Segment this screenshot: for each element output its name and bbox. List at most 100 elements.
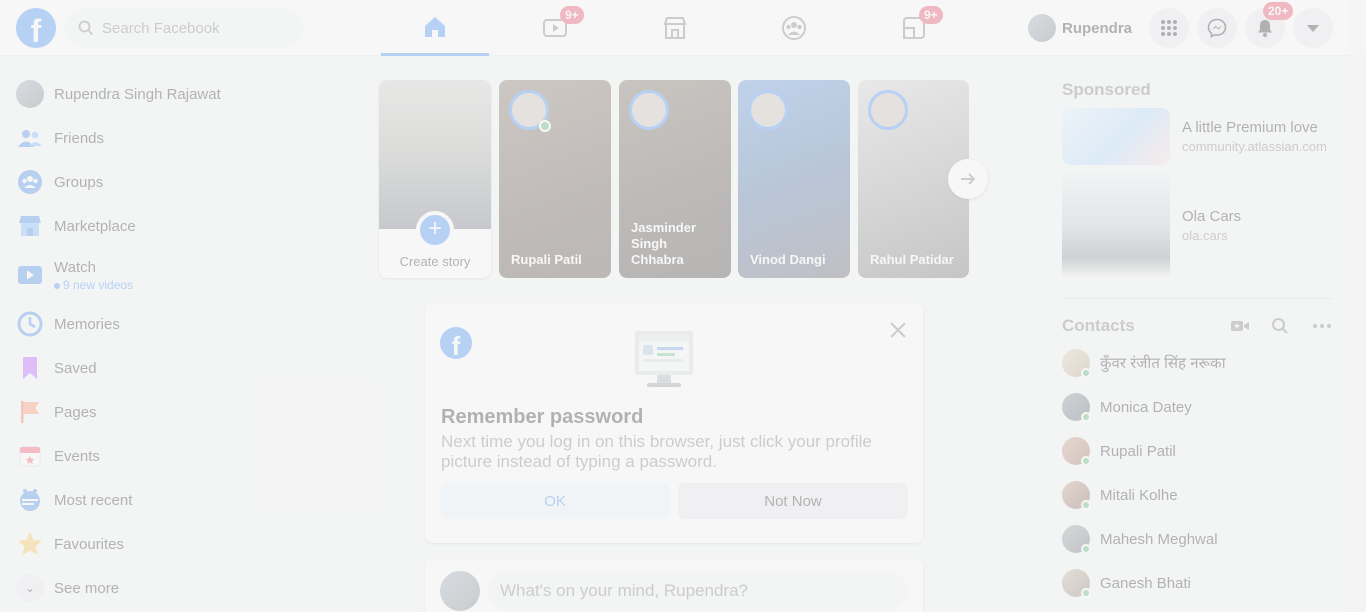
video-call-icon[interactable] [1230, 316, 1250, 336]
contact-item[interactable]: Mahesh Meghwal [1062, 517, 1332, 561]
ok-button[interactable]: OK [440, 483, 670, 519]
sidebar-item-pages[interactable]: Pages [8, 390, 360, 434]
search-box[interactable] [64, 8, 304, 48]
contact-item[interactable]: Rupali Patil [1062, 429, 1332, 473]
avatar [868, 90, 908, 130]
search-input[interactable] [102, 19, 282, 37]
sidebar-item-marketplace[interactable]: Marketplace [8, 204, 360, 248]
contact-item[interactable]: Mitali Kolhe [1062, 473, 1332, 517]
remember-password-card: f Remember password Next time you log in… [425, 303, 923, 543]
sidebar-item-watch[interactable]: Watch 9 new videos [8, 248, 360, 302]
contact-name: कुँवर रंजीत सिंह नरूका [1100, 355, 1226, 372]
close-icon[interactable] [886, 318, 910, 342]
bookmark-icon [16, 354, 44, 382]
online-indicator [539, 120, 551, 132]
chevron-down-icon: ⌄ [16, 574, 44, 602]
sidebar-item-saved[interactable]: Saved [8, 346, 360, 390]
account-dropdown-button[interactable] [1293, 8, 1333, 48]
bell-icon [1258, 20, 1272, 37]
story-card[interactable]: Jasminder Singh Chhabra [619, 80, 731, 278]
tab-gaming[interactable]: 9+ [860, 0, 968, 56]
sidebar-item-label: Most recent [54, 491, 133, 509]
whats-on-your-mind-input[interactable]: What's on your mind, Rupendra? [488, 571, 908, 611]
most-recent-icon [16, 486, 44, 514]
ad-domain: community.atlassian.com [1182, 139, 1327, 154]
profile-name: Rupendra [1062, 19, 1133, 37]
story-author: Rupali Patil [511, 252, 582, 267]
create-story-card[interactable]: + Create story [379, 80, 491, 278]
contact-item[interactable]: कुँवर रंजीत सिंह नरूका [1062, 341, 1332, 385]
story-card[interactable]: Vinod Dangi [738, 80, 850, 278]
home-icon [425, 16, 445, 37]
sidebar-item-label: Memories [54, 315, 120, 333]
arrow-right-icon [961, 173, 976, 185]
page-scrollbar[interactable] [1350, 0, 1366, 612]
ad-image [1062, 108, 1170, 165]
calendar-icon [16, 442, 44, 470]
star-icon [16, 530, 44, 558]
menu-button[interactable] [1149, 8, 1189, 48]
avatar [629, 90, 669, 130]
messenger-button[interactable] [1197, 8, 1237, 48]
new-videos-count: 9 new videos [54, 278, 133, 292]
online-indicator [1081, 500, 1091, 510]
notifications-badge: 20+ [1263, 2, 1294, 20]
post-composer: What's on your mind, Rupendra? [425, 559, 923, 612]
watch-icon [16, 261, 44, 289]
sidebar-item-label: Groups [54, 173, 104, 191]
contact-item[interactable]: Ganesh Bhati [1062, 561, 1332, 605]
sidebar-item-label: Events [54, 447, 100, 465]
online-indicator [1081, 544, 1091, 554]
groups-icon [782, 16, 806, 40]
tab-home[interactable] [381, 0, 489, 56]
not-now-button[interactable]: Not Now [678, 483, 908, 519]
contacts-header: Contacts [1062, 311, 1332, 341]
sidebar-item-label: Marketplace [54, 217, 136, 235]
stories-tray: + Create story Rupali Patil Jasminder Si… [379, 80, 979, 278]
profile-chip[interactable]: Rupendra [1024, 8, 1140, 48]
profile-photo [379, 80, 491, 229]
marketplace-icon [16, 212, 44, 240]
sidebar-item-groups[interactable]: Groups [8, 160, 360, 204]
more-options-icon[interactable] [1312, 316, 1332, 336]
marketplace-icon [663, 17, 687, 39]
story-card[interactable]: Rupali Patil [499, 80, 611, 278]
contact-name: Mahesh Meghwal [1100, 530, 1218, 548]
sidebar-item-events[interactable]: Events [8, 434, 360, 478]
sidebar-item-favourites[interactable]: Favourites [8, 522, 360, 566]
sidebar-item-friends[interactable]: Friends [8, 116, 360, 160]
tab-watch[interactable]: 9+ [501, 0, 609, 56]
messenger-icon [1207, 18, 1227, 38]
sidebar-item-label: Rupendra Singh Rajawat [54, 85, 221, 103]
sidebar-item-label: Watch [54, 258, 96, 276]
contact-name: Ganesh Bhati [1100, 574, 1191, 592]
search-icon [78, 20, 94, 36]
clock-icon [16, 310, 44, 338]
stories-next-button[interactable] [948, 159, 988, 199]
tab-marketplace[interactable] [621, 0, 729, 56]
sidebar-item-see-more[interactable]: ⌄ See more [8, 566, 360, 610]
plus-icon: + [416, 211, 454, 249]
divider [1062, 298, 1332, 299]
story-author: Rahul Patidar [870, 252, 954, 267]
sidebar-item-most-recent[interactable]: Most recent [8, 478, 360, 522]
sponsored-ad[interactable]: Ola Cars ola.cars [1062, 173, 1332, 278]
facebook-logo: f [440, 327, 472, 359]
sponsored-ad[interactable]: A little Premium love community.atlassia… [1062, 108, 1332, 165]
sidebar-item-memories[interactable]: Memories [8, 302, 360, 346]
contacts-title: Contacts [1062, 316, 1135, 335]
watch-badge: 9+ [560, 6, 584, 24]
sidebar-item-label: Favourites [54, 535, 125, 553]
contact-item[interactable]: Monica Datey [1062, 385, 1332, 429]
search-icon[interactable] [1270, 316, 1290, 336]
story-author: Jasminder Singh Chhabra [631, 220, 697, 267]
avatar [440, 571, 480, 611]
notifications-button[interactable]: 20+ [1245, 2, 1294, 48]
right-sidebar: Sponsored A little Premium love communit… [1062, 72, 1332, 605]
top-navigation-bar: f 9+ 9+ Rupendra 20+ [0, 0, 1366, 56]
remember-password-title: Remember password [441, 406, 644, 428]
ad-domain: ola.cars [1182, 228, 1228, 243]
facebook-logo[interactable]: f [16, 8, 56, 48]
sidebar-item-profile[interactable]: Rupendra Singh Rajawat [8, 72, 360, 116]
tab-groups[interactable] [740, 0, 848, 56]
